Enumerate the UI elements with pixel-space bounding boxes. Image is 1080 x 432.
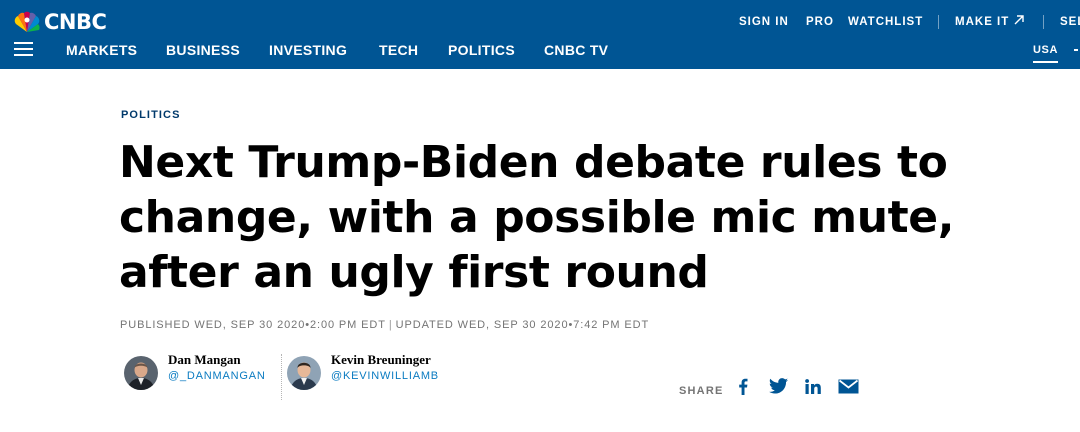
nav-divider — [938, 15, 939, 29]
headshot-image — [124, 356, 158, 390]
avatar[interactable] — [287, 356, 321, 390]
author-dan-mangan: Dan Mangan @_DANMANGAN — [124, 352, 279, 398]
linkedin-icon[interactable] — [804, 377, 822, 395]
facebook-icon[interactable] — [736, 377, 750, 395]
section-eyebrow[interactable]: POLITICS — [121, 108, 181, 122]
nav-item-cnbc-tv[interactable]: CNBC TV — [544, 40, 608, 60]
pro-link[interactable]: PRO — [806, 14, 834, 30]
avatar[interactable] — [124, 356, 158, 390]
watchlist-link[interactable]: WATCHLIST — [848, 14, 923, 30]
timestamp-separator: | — [388, 319, 393, 331]
author-name[interactable]: Kevin Breuninger — [331, 352, 431, 368]
external-arrow-icon — [1014, 15, 1024, 25]
select-link[interactable]: SEL — [1060, 14, 1080, 30]
utility-nav: SIGN IN PRO WATCHLIST MAKE IT SEL — [0, 14, 1080, 30]
headshot-image — [287, 356, 321, 390]
email-icon[interactable] — [837, 377, 859, 395]
article-headline: Next Trump-Biden debate rules to change,… — [119, 137, 955, 298]
updated-time: UPDATED WED, SEP 30 2020•7:42 PM EDT — [395, 319, 650, 331]
nav-divider — [1043, 15, 1044, 29]
nav-item-tech[interactable]: TECH — [379, 40, 418, 60]
region-arrow — [1074, 49, 1078, 51]
main-nav: MARKETS BUSINESS INVESTING TECH POLITICS… — [0, 40, 1080, 60]
nav-item-politics[interactable]: POLITICS — [448, 40, 515, 60]
author-kevin-breuninger: Kevin Breuninger @KEVINWILLIAMB — [287, 352, 457, 398]
site-header: CNBC SIGN IN PRO WATCHLIST MAKE IT SEL M… — [0, 0, 1080, 69]
author-handle[interactable]: @KEVINWILLIAMB — [331, 369, 439, 383]
twitter-icon[interactable] — [768, 377, 788, 395]
nav-item-business[interactable]: BUSINESS — [166, 40, 240, 60]
article-timestamps: PUBLISHED WED, SEP 30 2020•2:00 PM EDT | U… — [120, 318, 649, 332]
make-it-link[interactable]: MAKE IT — [955, 14, 1025, 30]
author-handle[interactable]: @_DANMANGAN — [168, 369, 266, 383]
share-label: SHARE — [679, 385, 724, 397]
nav-item-investing[interactable]: INVESTING — [269, 40, 347, 60]
author-name[interactable]: Dan Mangan — [168, 352, 241, 368]
region-selector[interactable]: USA — [1033, 43, 1059, 63]
published-time: PUBLISHED WED, SEP 30 2020•2:00 PM EDT — [120, 319, 386, 331]
make-it-label: MAKE IT — [955, 16, 1010, 28]
sign-in-link[interactable]: SIGN IN — [739, 14, 789, 30]
nav-item-markets[interactable]: MARKETS — [66, 40, 137, 60]
author-divider — [281, 354, 282, 400]
